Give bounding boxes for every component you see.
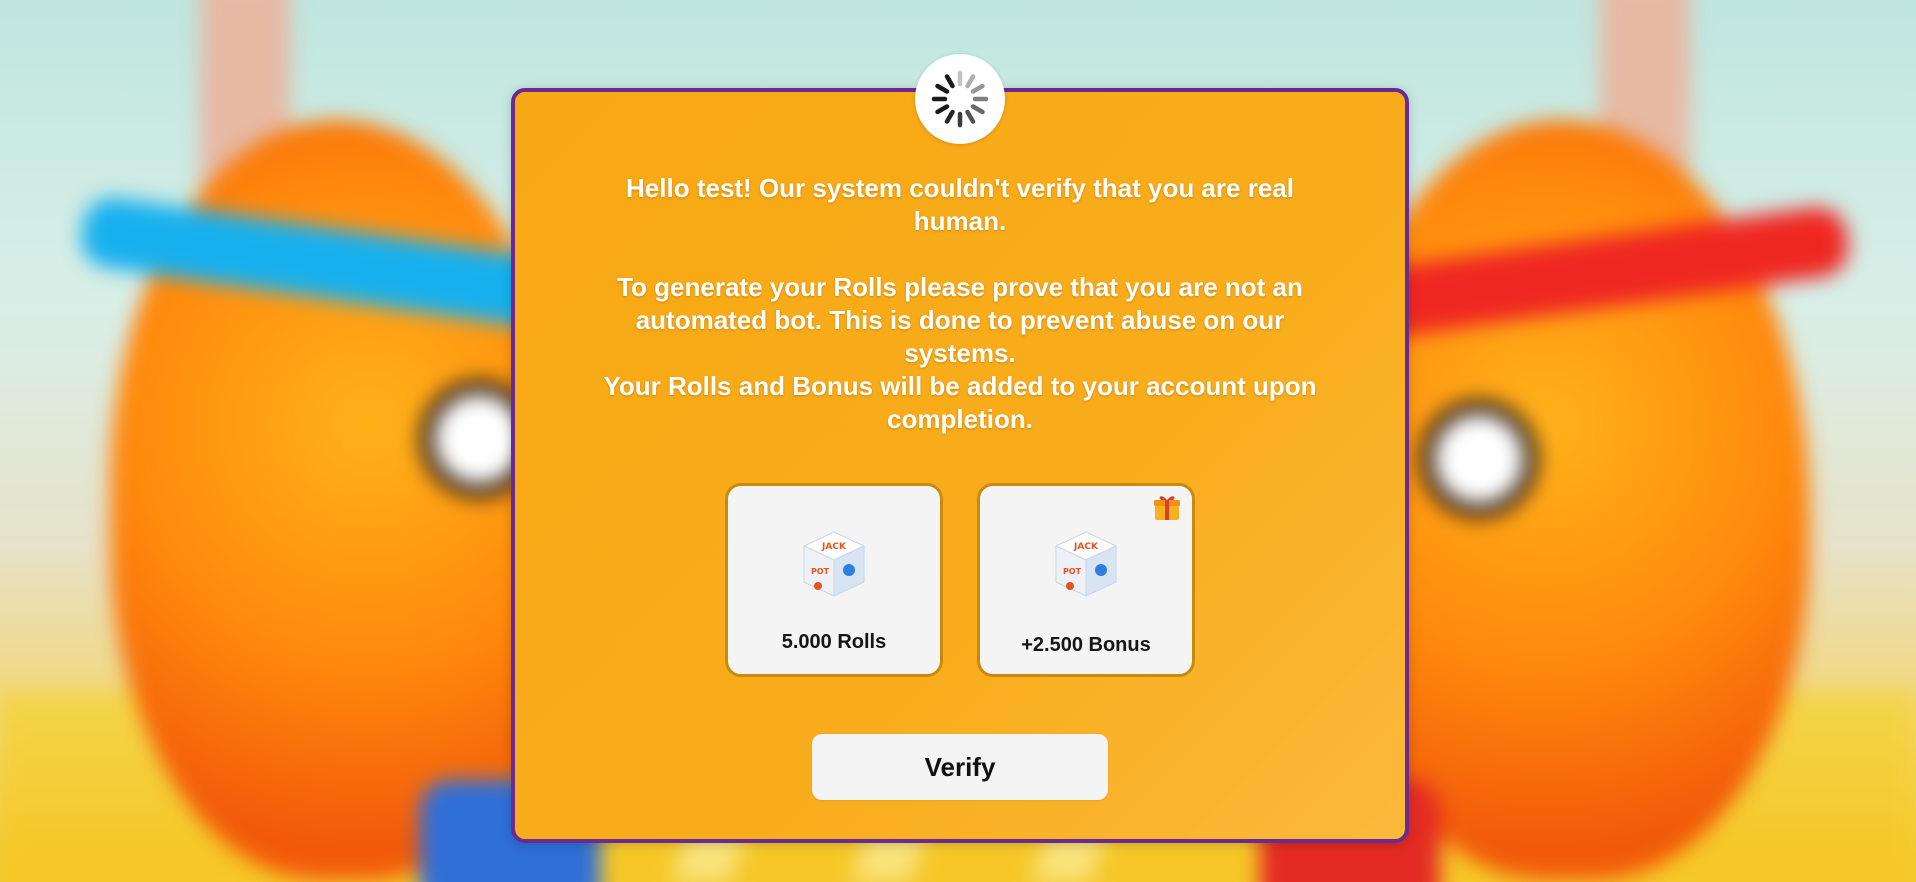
message-line: Your Rolls and Bonus will be added to yo… — [603, 371, 1317, 401]
bonus-label: +2.500 Bonus — [1021, 634, 1151, 656]
message-line: completion. — [887, 404, 1033, 434]
svg-text:JACK: JACK — [1073, 542, 1099, 552]
bonus-reward-card: JACK POT +2.500 Bonus — [977, 483, 1195, 677]
svg-text:POT: POT — [1063, 567, 1082, 576]
message-line: automated bot. This is done to prevent a… — [635, 305, 1285, 335]
rolls-label: 5.000 Rolls — [781, 631, 887, 653]
dice-icon: JACK POT — [802, 531, 866, 597]
page: Hello test! Our system couldn't verify t… — [0, 0, 1916, 882]
message-line: Hello test! Our system couldn't verify t… — [626, 173, 1294, 203]
gift-icon — [1154, 496, 1180, 520]
verify-button[interactable]: Verify — [812, 734, 1108, 800]
dice-icon: JACK POT — [1054, 531, 1118, 597]
verification-message: Hello test! Our system couldn't verify t… — [575, 172, 1345, 436]
rolls-reward-card: JACK POT 5.000 Rolls — [725, 483, 943, 677]
spinner-icon — [931, 70, 989, 128]
character-eye — [1420, 400, 1538, 518]
svg-text:POT: POT — [811, 567, 830, 576]
message-line: To generate your Rolls please prove that… — [617, 272, 1303, 302]
loading-badge — [915, 54, 1005, 144]
message-line: human. — [913, 206, 1007, 236]
svg-text:JACK: JACK — [821, 542, 847, 552]
message-line: systems. — [904, 338, 1016, 368]
